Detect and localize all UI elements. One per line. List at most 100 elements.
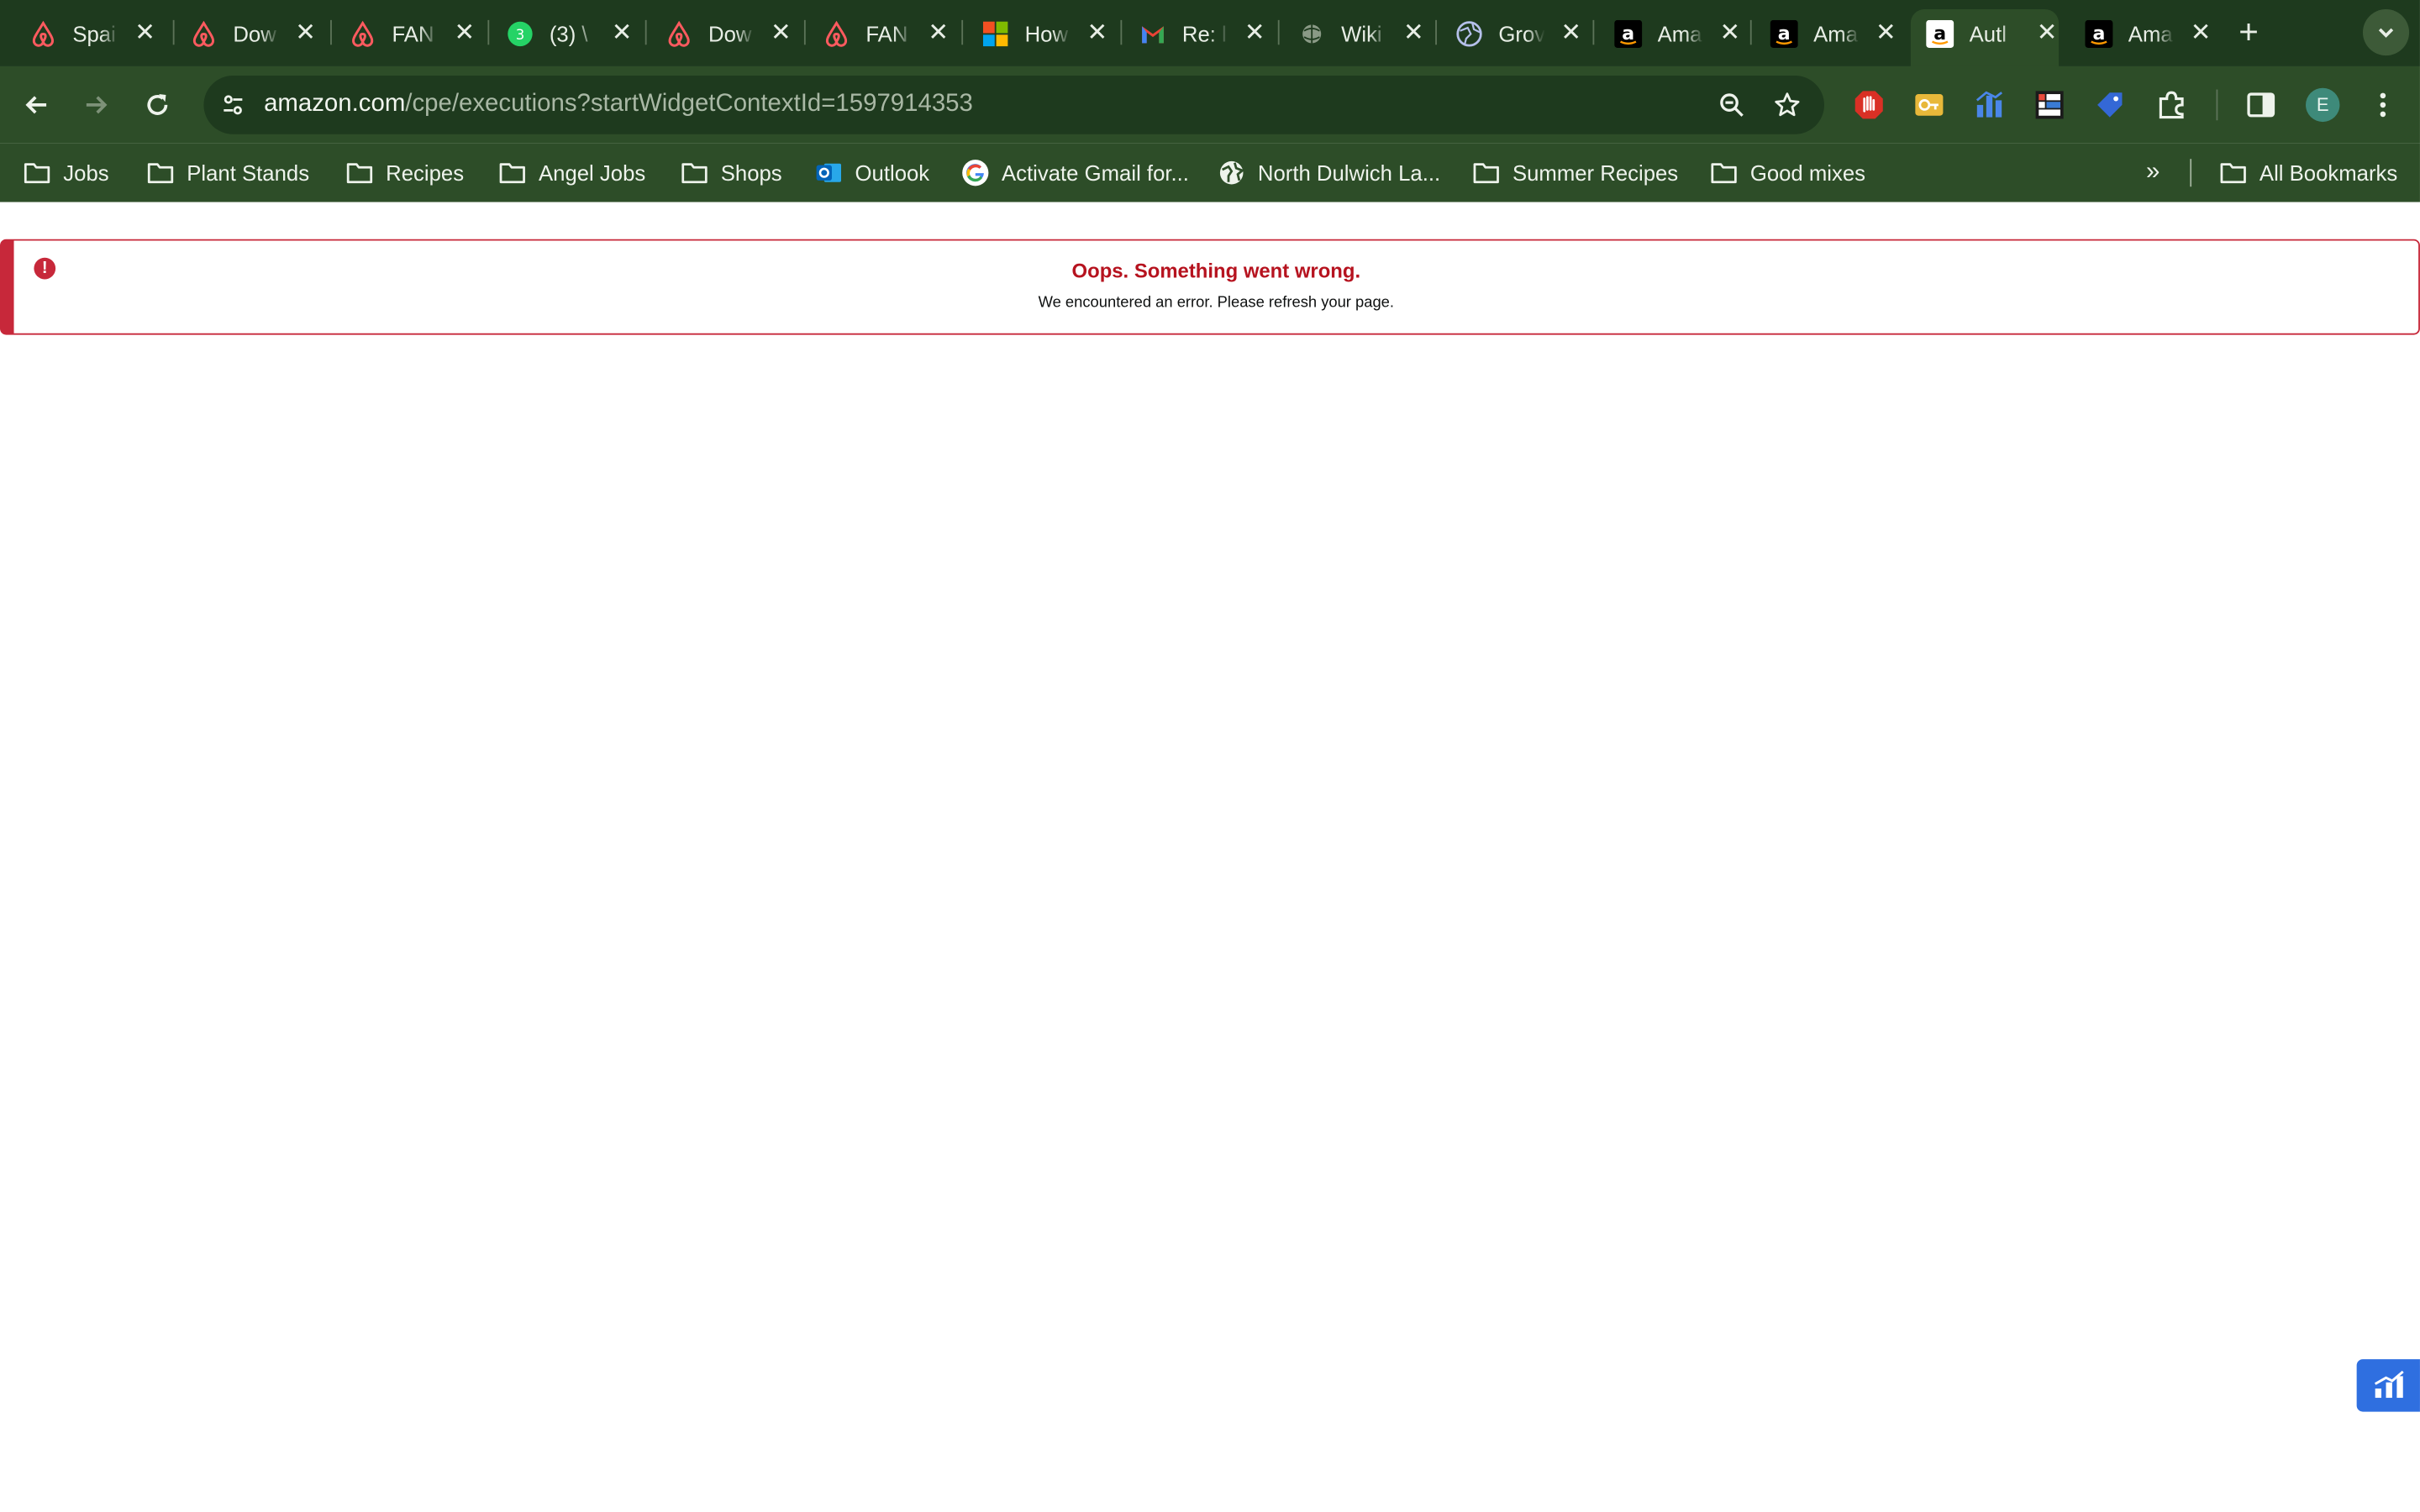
key-extension-icon[interactable] xyxy=(1914,90,1945,121)
outlook-icon xyxy=(815,159,843,186)
tab[interactable]: a Ama ✕ xyxy=(1585,9,1741,57)
airbnb-icon xyxy=(666,19,693,47)
tab[interactable]: Re: l ✕ xyxy=(1110,9,1266,57)
close-icon[interactable]: ✕ xyxy=(2190,20,2212,45)
close-icon[interactable]: ✕ xyxy=(1875,20,1897,45)
close-icon[interactable]: ✕ xyxy=(134,20,156,45)
tab-strip: Spai ✕ Dow ✕ FAN ✕ 3 (3) \ ✕ Dow ✕ FAN ✕… xyxy=(0,0,2420,66)
close-icon[interactable]: ✕ xyxy=(928,20,950,45)
tab[interactable]: a Ama ✕ xyxy=(1741,9,1897,57)
tab-title: Spai xyxy=(72,20,116,46)
bookmark-north-dulwich[interactable]: North Dulwich La... xyxy=(1218,157,1440,188)
new-tab-button[interactable]: + xyxy=(2232,14,2265,49)
bookmark-summer-recipes[interactable]: Summer Recipes xyxy=(1472,157,1678,188)
tab-title: (3) \ xyxy=(549,20,588,46)
folder-icon xyxy=(1710,159,1738,186)
close-icon[interactable]: ✕ xyxy=(1560,20,1582,45)
svg-text:3: 3 xyxy=(516,26,525,42)
back-button[interactable] xyxy=(17,85,57,125)
close-icon[interactable]: ✕ xyxy=(770,20,792,45)
tab-title: Grov xyxy=(1498,20,1545,46)
side-panel-icon[interactable] xyxy=(2245,90,2276,121)
folder-icon xyxy=(681,159,708,186)
close-icon[interactable]: ✕ xyxy=(295,20,317,45)
bookmarks-overflow-chevron-icon[interactable]: » xyxy=(2138,157,2169,188)
stop-hand-extension-icon[interactable] xyxy=(1854,90,1885,121)
site-info-icon[interactable] xyxy=(218,90,249,121)
bookmark-star-icon[interactable] xyxy=(1772,90,1803,121)
tab-search-button[interactable] xyxy=(2362,9,2410,56)
svg-text:a: a xyxy=(1622,23,1634,44)
bookmark-angel-jobs[interactable]: Angel Jobs xyxy=(498,157,645,188)
tag-extension-icon[interactable] xyxy=(2094,90,2125,121)
error-title: Oops. Something went wrong. xyxy=(1071,259,1361,283)
tab[interactable]: FAN ✕ xyxy=(793,9,950,57)
bookmark-label: Activate Gmail for... xyxy=(1002,160,1189,186)
more-menu-button[interactable] xyxy=(2367,88,2398,122)
page-content: ! Oops. Something went wrong. We encount… xyxy=(0,202,2420,1511)
back-arrow-icon xyxy=(25,96,47,114)
close-icon[interactable]: ✕ xyxy=(1244,20,1265,45)
amazon-icon: a xyxy=(2085,18,2113,48)
bookmark-label: Good mixes xyxy=(1749,160,1866,186)
close-icon[interactable]: ✕ xyxy=(1402,20,1424,45)
bookmark-label: North Dulwich La... xyxy=(1257,160,1441,186)
bookmark-shops[interactable]: Shops xyxy=(681,157,782,188)
forward-button[interactable] xyxy=(76,85,116,125)
bookmark-label: Shops xyxy=(720,160,782,186)
bookmark-outlook[interactable]: Outlook xyxy=(815,157,929,188)
bookmark-activate-gmail[interactable]: Activate Gmail for... xyxy=(961,157,1189,188)
extensions-puzzle-icon[interactable] xyxy=(2156,90,2187,121)
bookmark-plant-stands[interactable]: Plant Stands xyxy=(146,157,309,188)
tab[interactable]: Grov ✕ xyxy=(1426,9,1582,57)
floating-widget-button[interactable] xyxy=(2356,1359,2420,1412)
url-text[interactable]: amazon.com/cpe/executions?startWidgetCon… xyxy=(264,91,973,118)
tab[interactable]: 3 (3) \ ✕ xyxy=(477,9,634,57)
tab[interactable]: FAN ✕ xyxy=(319,9,476,57)
bookmark-good-mixes[interactable]: Good mixes xyxy=(1710,157,1865,188)
close-icon[interactable]: ✕ xyxy=(611,20,633,45)
bookmark-label: All Bookmarks xyxy=(2259,160,2398,186)
tab[interactable]: Spai ✕ xyxy=(0,9,156,57)
profile-avatar[interactable]: E xyxy=(2306,87,2340,123)
svg-text:a: a xyxy=(1778,23,1791,44)
whatsapp-icon: 3 xyxy=(506,19,534,47)
svg-text:a: a xyxy=(1933,23,1946,44)
globe-icon xyxy=(1455,19,1483,47)
grid-extension-icon[interactable] xyxy=(2034,90,2065,121)
folder-icon xyxy=(345,159,373,186)
bookmarks-bar: Jobs Plant Stands Recipes Angel Jobs Sho… xyxy=(0,143,2420,202)
amazon-icon: a xyxy=(1614,18,1643,48)
bookmark-recipes[interactable]: Recipes xyxy=(345,157,464,188)
tab[interactable]: a Ama ✕ xyxy=(2055,9,2212,57)
close-icon[interactable]: ✕ xyxy=(1086,20,1108,45)
close-icon[interactable]: ✕ xyxy=(1719,20,1741,45)
tab-title: Wiki xyxy=(1341,20,1382,46)
tab[interactable]: How ✕ xyxy=(952,9,1108,57)
reload-button[interactable] xyxy=(137,85,177,125)
tab[interactable]: Dow ✕ xyxy=(636,9,792,57)
kebab-menu-icon xyxy=(2380,92,2386,118)
tab[interactable]: Wiki ✕ xyxy=(1269,9,1425,57)
active-tab[interactable]: a Autl ✕ xyxy=(1910,9,2060,66)
all-bookmarks-button[interactable]: All Bookmarks xyxy=(2219,157,2397,188)
bookmark-label: Angel Jobs xyxy=(539,160,646,186)
folder-icon xyxy=(1472,159,1500,186)
analytics-extension-icon[interactable] xyxy=(1974,90,2005,121)
airbnb-icon xyxy=(349,19,376,47)
forward-arrow-icon xyxy=(86,96,108,114)
tab[interactable]: Dow ✕ xyxy=(160,9,317,57)
url-host: amazon.com xyxy=(264,91,406,118)
gmail-icon xyxy=(1139,19,1166,47)
tab-title: FAN xyxy=(392,20,434,46)
tab-title: Autl xyxy=(1969,20,2007,46)
folder-icon xyxy=(498,159,526,186)
url-path: /cpe/executions?startWidgetContextId=159… xyxy=(405,91,973,118)
address-bar[interactable]: amazon.com/cpe/executions?startWidgetCon… xyxy=(203,75,1824,134)
bookmark-label: Recipes xyxy=(386,160,465,186)
toolbar-separator xyxy=(2216,89,2218,121)
close-icon[interactable]: ✕ xyxy=(454,20,476,45)
svg-text:a: a xyxy=(2092,23,2105,44)
zoom-icon[interactable] xyxy=(1716,90,1747,121)
bookmark-jobs[interactable]: Jobs xyxy=(24,157,109,188)
